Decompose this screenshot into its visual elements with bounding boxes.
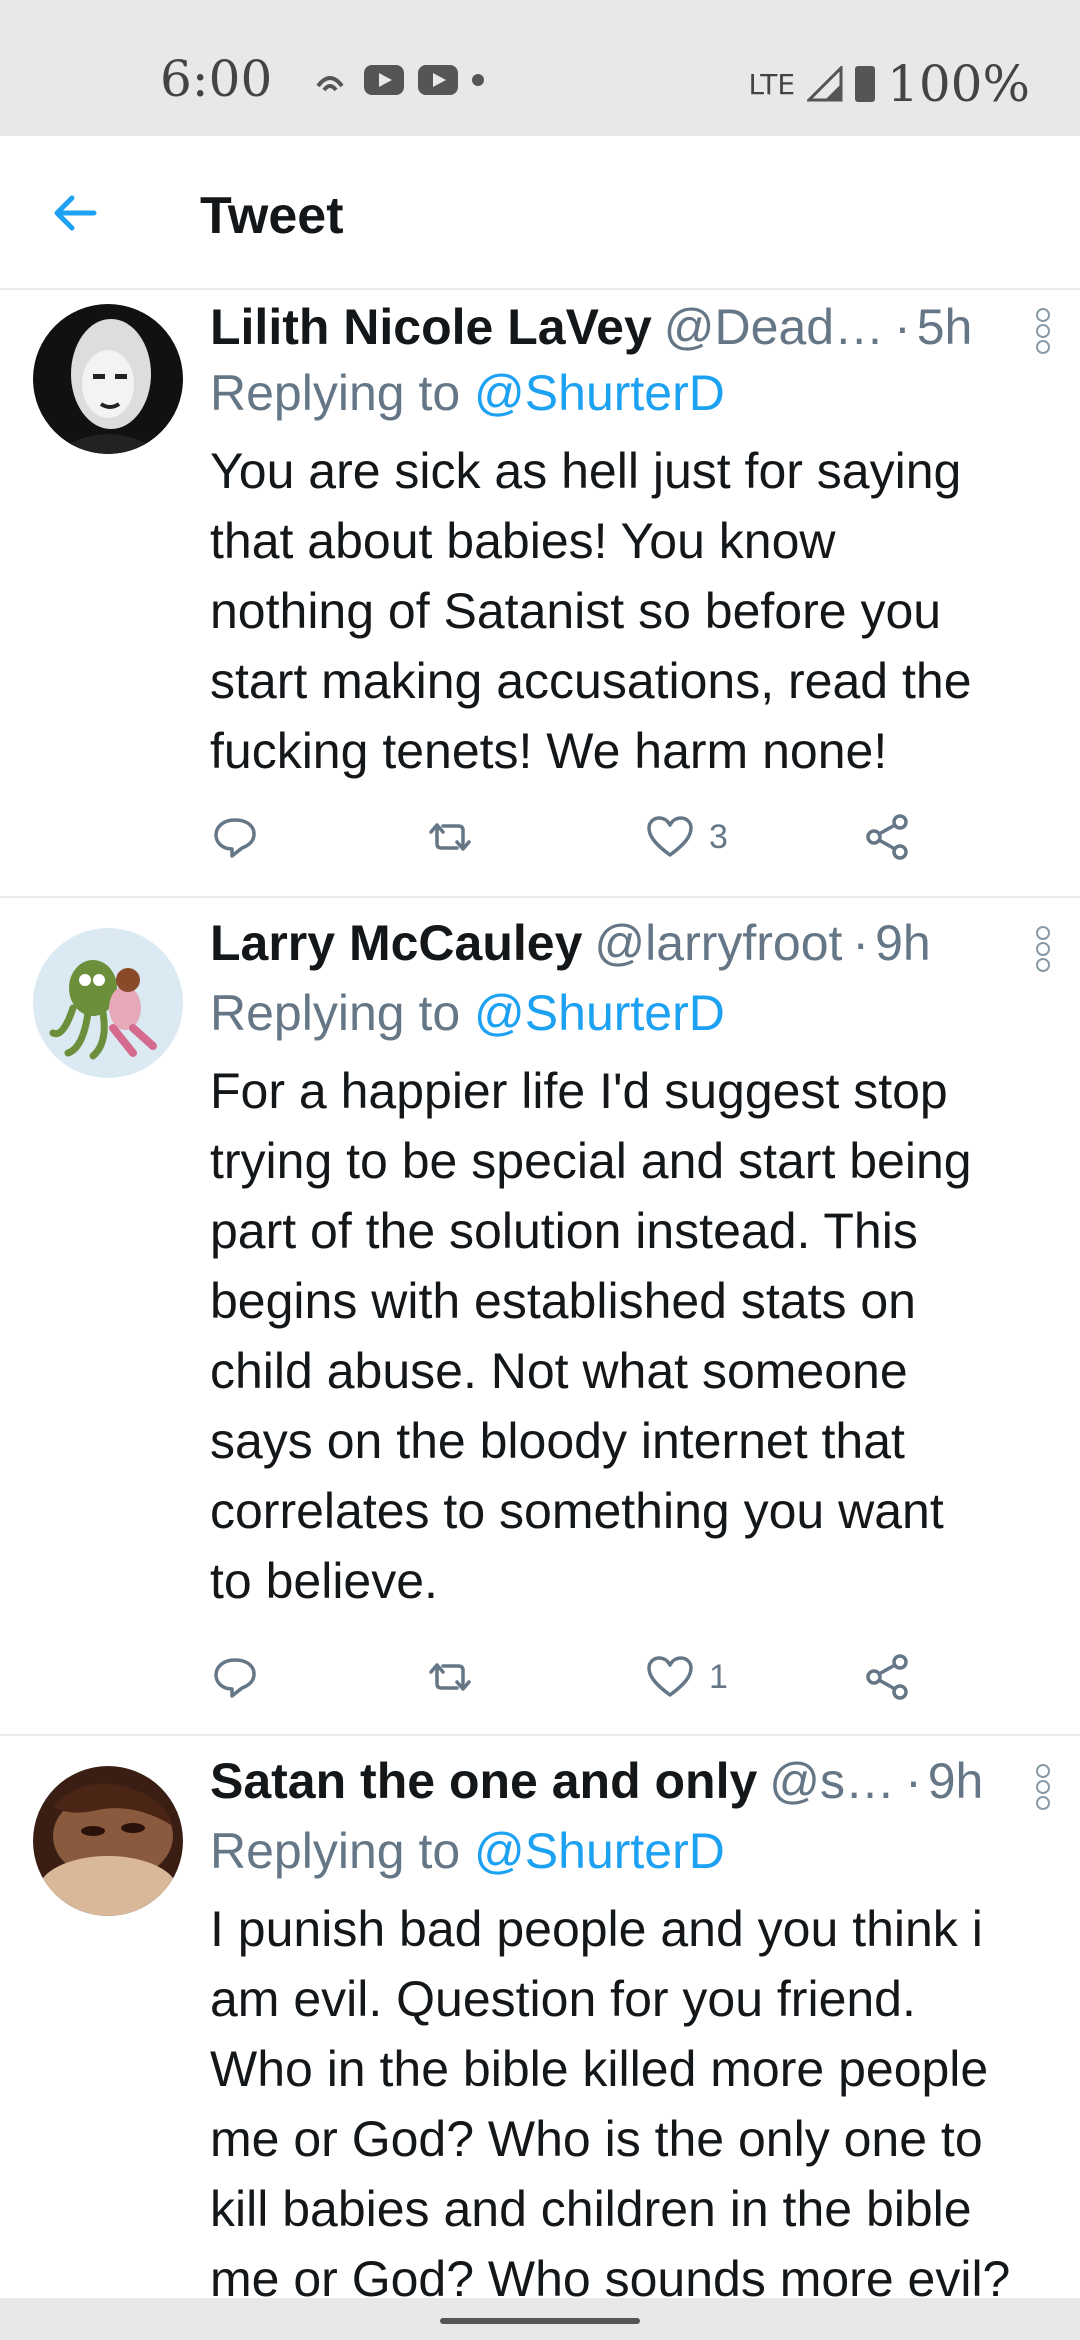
heart-icon (647, 1656, 693, 1697)
tweet-text-line: start making accusations, read the (210, 653, 972, 709)
tweet-text: I punish bad people and you think i am e… (210, 1894, 1050, 2298)
tweet-text-line: says on the bloody internet that (210, 1413, 905, 1469)
avatar[interactable] (33, 1766, 183, 1916)
tweet-header: Satan the one and only @s… · 9h (210, 1752, 1050, 1810)
replying-to-label: Replying to (210, 365, 475, 421)
timestamp: 9h (927, 1753, 984, 1809)
replying-to-label: Replying to (210, 1823, 475, 1879)
tweet-text-line: kill babies and children in the bible (210, 2181, 972, 2237)
display-name[interactable]: Larry McCauley (210, 914, 582, 972)
separator-dot: · (894, 299, 911, 355)
tweet-text-line: fucking tenets! We harm none! (210, 723, 888, 779)
top-app-bar: Tweet (0, 136, 1080, 290)
tweet-text-line: that about babies! You know (210, 513, 836, 569)
replying-to-link[interactable]: @ShurterD (474, 985, 725, 1041)
tweet-text-line: You are sick as hell just for saying (210, 443, 962, 499)
replying-to-link[interactable]: @ShurterD (474, 365, 725, 421)
like-button[interactable]: 1 (645, 1652, 728, 1702)
tweet-text: For a happier life I'd suggest stop tryi… (210, 1056, 1050, 1616)
tweet-text-line: me or God? Who sounds more evil? (210, 2251, 1011, 2298)
replying-to: Replying to @ShurterD (210, 1822, 725, 1880)
tweet-text-line: For a happier life I'd suggest stop (210, 1063, 948, 1119)
more-options-icon[interactable] (1036, 308, 1050, 354)
avatar[interactable] (33, 304, 183, 454)
retweet-icon (429, 823, 471, 851)
battery-icon (855, 66, 876, 102)
timestamp: 5h (916, 299, 973, 355)
share-button[interactable] (862, 1652, 912, 1702)
tweet-actions: 1 (210, 1652, 1010, 1712)
retweet-button[interactable] (425, 812, 475, 862)
replying-to-label: Replying to (210, 985, 475, 1041)
status-notification-icons (310, 60, 484, 100)
tweet-text-line: to believe. (210, 1553, 438, 1609)
tweet-text-line: me or God? Who is the only one to (210, 2111, 983, 2167)
user-handle[interactable]: @s… (769, 1752, 895, 1810)
more-options-icon[interactable] (1036, 926, 1050, 972)
tweet-text-line: trying to be special and start being (210, 1133, 972, 1189)
replying-to: Replying to @ShurterD (210, 364, 725, 422)
separator-dot: · (852, 915, 870, 971)
tweet-text-line: begins with established stats on (210, 1273, 916, 1329)
avatar[interactable] (33, 928, 183, 1078)
tweet-text: You are sick as hell just for saying tha… (210, 436, 1050, 786)
heart-icon (647, 816, 693, 857)
like-count: 3 (709, 817, 728, 856)
tweet-text-line: am evil. Question for you friend. (210, 1971, 916, 2027)
separator-dot: · (905, 1753, 922, 1809)
like-count: 1 (709, 1657, 728, 1696)
tweet-text-line: part of the solution instead. This (210, 1203, 918, 1259)
tweet-reply[interactable]: Larry McCauley @larryfroot · 9h Replying… (0, 898, 1080, 1736)
share-button[interactable] (862, 812, 912, 862)
tweet-text-line: nothing of Satanist so before you (210, 583, 942, 639)
more-notifications-dot-icon (472, 74, 484, 86)
reply-button[interactable] (210, 812, 260, 862)
display-name[interactable]: Lilith Nicole LaVey (210, 298, 652, 356)
display-name[interactable]: Satan the one and only (210, 1752, 757, 1810)
status-bar: 6:00 LTE 100% (0, 0, 1080, 136)
signal-icon (807, 66, 843, 102)
tweet-actions: 3 (210, 812, 1010, 872)
reply-icon (214, 818, 256, 858)
youtube-notification-icon (418, 65, 458, 95)
replying-to: Replying to @ShurterD (210, 984, 725, 1042)
hotspot-icon (316, 76, 344, 92)
retweet-icon (429, 1663, 471, 1691)
tweet-text-line: child abuse. Not what someone (210, 1343, 908, 1399)
share-icon (866, 1654, 908, 1700)
tweet-reply[interactable]: Satan the one and only @s… · 9h Replying… (0, 1736, 1080, 2298)
replying-to-link[interactable]: @ShurterD (474, 1823, 725, 1879)
user-handle[interactable]: @Dead… (664, 298, 884, 356)
arrow-left-icon[interactable] (50, 188, 100, 238)
more-options-icon[interactable] (1036, 1764, 1050, 1810)
tweet-text-line: I punish bad people and you think i (210, 1901, 983, 1957)
youtube-notification-icon (364, 65, 404, 95)
home-gesture-handle[interactable] (440, 2318, 640, 2324)
reply-icon (214, 1658, 256, 1698)
tweet-header: Lilith Nicole LaVey @Dead… · 5h (210, 298, 1050, 356)
like-button[interactable]: 3 (645, 812, 728, 862)
share-icon (866, 814, 908, 860)
network-type: LTE (748, 67, 796, 101)
tweet-text-line: Who in the bible killed more people (210, 2041, 989, 2097)
reply-button[interactable] (210, 1652, 260, 1702)
battery-percent: 100% (887, 55, 1030, 113)
timestamp: 9h (875, 915, 931, 971)
tweet-reply[interactable]: Lilith Nicole LaVey @Dead… · 5h Replying… (0, 290, 1080, 898)
page-title: Tweet (200, 187, 344, 245)
status-time: 6:00 (160, 50, 273, 108)
system-navigation-bar (0, 2298, 1080, 2340)
retweet-button[interactable] (425, 1652, 475, 1702)
tweet-header: Larry McCauley @larryfroot · 9h (210, 914, 1050, 972)
tweet-text-line: correlates to something you want (210, 1483, 944, 1539)
user-handle[interactable]: @larryfroot (594, 914, 842, 972)
